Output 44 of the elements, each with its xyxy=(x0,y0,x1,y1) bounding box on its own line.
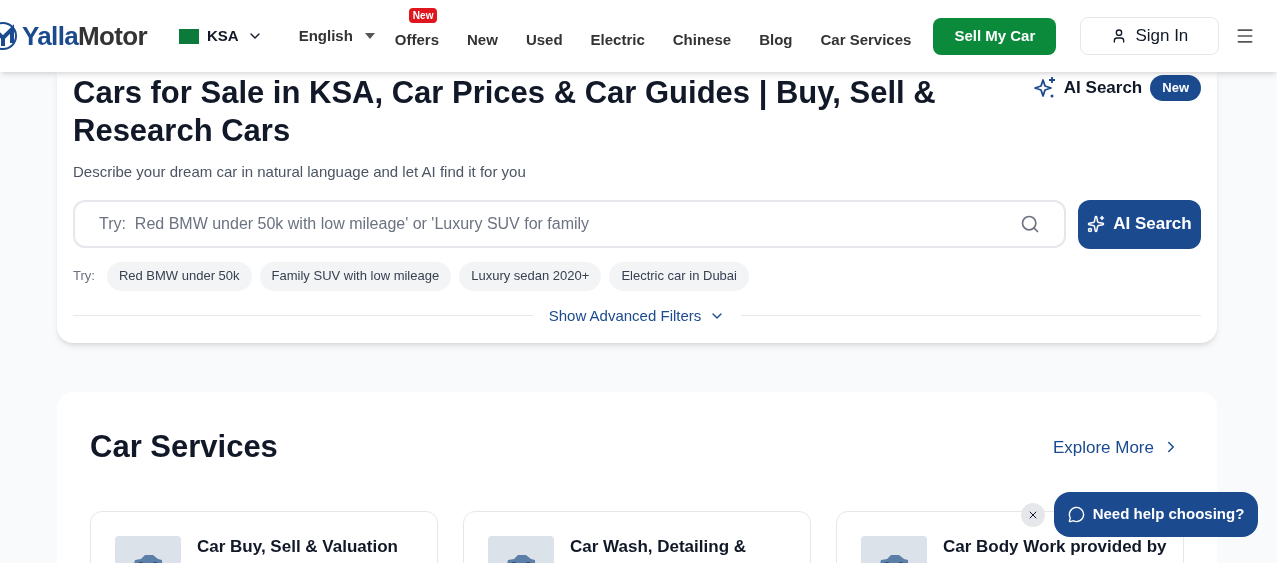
explore-more-link[interactable]: Explore More xyxy=(1052,434,1180,460)
new-badge: New xyxy=(408,8,438,23)
nav-link[interactable]: Offers xyxy=(394,31,440,48)
flag-icon xyxy=(179,28,199,44)
try-label: Try: xyxy=(73,267,95,286)
service-title: Car Body Work provided by xyxy=(943,535,1167,557)
service-card[interactable]: Car Wash, Detailing & xyxy=(463,510,811,563)
sparkle-icon xyxy=(1033,76,1056,99)
caret-down-icon xyxy=(364,33,375,39)
nav-link[interactable]: Used xyxy=(525,31,563,48)
suggestion-chip[interactable]: Family SUV with low mileage xyxy=(259,261,452,291)
language-selector[interactable]: English xyxy=(298,24,375,48)
logo-text[interactable]: YallaMotor xyxy=(22,16,147,56)
search-field[interactable]: Try: Red BMW under 50k with low mileage' or 'Luxury SUV for family xyxy=(73,200,1066,248)
sparkle-icon xyxy=(1087,215,1106,233)
new-badge: New xyxy=(1150,75,1201,101)
help-chat-popup[interactable]: Need help choosing? xyxy=(1054,492,1258,537)
nav-link[interactable]: New xyxy=(467,31,498,48)
sign-in-button[interactable]: Sign In xyxy=(1080,17,1220,55)
service-card[interactable]: Car Buy, Sell & Valuation xyxy=(90,510,438,563)
service-title: Car Wash, Detailing & xyxy=(570,535,746,557)
section-title: Car Services xyxy=(90,428,278,466)
car-icon xyxy=(506,553,536,563)
country-selector[interactable]: KSA xyxy=(179,24,263,48)
nav-link[interactable]: Electric xyxy=(590,31,645,48)
search-input[interactable]: Try: Red BMW under 50k with low mileage' or 'Luxury SUV for family xyxy=(99,212,1020,236)
advanced-filters-toggle[interactable]: Show Advanced Filters xyxy=(548,304,726,327)
sell-my-car-button[interactable]: Sell My Car xyxy=(933,17,1057,55)
suggestion-chip[interactable]: Luxury sedan 2020+ xyxy=(459,261,602,291)
suggestion-chip[interactable]: Red BMW under 50k xyxy=(106,261,252,291)
service-title: Car Buy, Sell & Valuation xyxy=(197,535,398,557)
nav-link[interactable]: Blog xyxy=(759,31,793,48)
nav-link[interactable]: Chinese xyxy=(672,31,732,48)
search-icon xyxy=(1020,214,1040,234)
ai-search-label: AI Search xyxy=(1063,77,1143,99)
close-icon xyxy=(1027,509,1039,521)
nav-link[interactable]: Car Services xyxy=(820,31,912,48)
page-title: Cars for Sale in KSA, Car Prices & Car Guides | Buy, Sell & Research Cars xyxy=(73,74,937,150)
car-icon xyxy=(879,553,909,563)
suggestion-chip[interactable]: Electric car in Dubai xyxy=(609,261,749,291)
chat-bubble-icon xyxy=(1067,506,1085,523)
subtitle: Describe your dream car in natural language and let AI find it for you xyxy=(73,162,527,182)
ai-search-button[interactable]: AI Search xyxy=(1078,199,1201,249)
car-icon xyxy=(133,553,163,563)
